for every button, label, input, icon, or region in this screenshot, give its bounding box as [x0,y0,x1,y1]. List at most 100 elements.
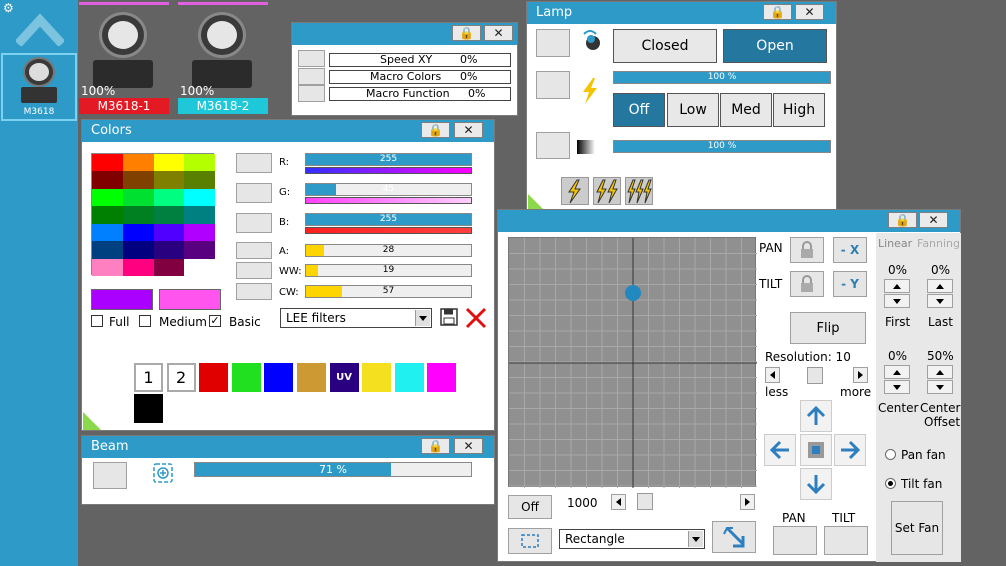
lock-button[interactable]: 🔒 [421,438,450,454]
fixture-tile-1[interactable]: 100% M3618-1 [79,2,169,114]
channel-button[interactable] [236,283,272,300]
off-button[interactable]: Off [508,495,552,519]
intensity-bar[interactable]: 100 % [613,71,831,84]
lock-button[interactable]: 🔒 [888,212,917,228]
closed-button[interactable]: Closed [613,29,717,63]
color-swatch[interactable] [122,258,154,276]
pan-lock-button[interactable] [790,237,824,263]
channel-button[interactable] [236,242,272,259]
mode-low-button[interactable]: Low [667,93,719,127]
position-dot[interactable] [625,285,641,301]
set-fan-button[interactable]: Set Fan [891,501,943,555]
beam-bar[interactable]: 71 % [194,462,472,477]
offset-up-button[interactable] [927,365,953,379]
close-button[interactable]: ✕ [454,122,483,138]
color-preset[interactable] [394,363,424,392]
color-swatch[interactable] [122,206,154,224]
mode-med-button[interactable]: Med [720,93,772,127]
color-preset[interactable] [264,363,294,392]
intensity-button[interactable] [536,71,570,99]
first-down-button[interactable] [884,294,910,308]
lock-button[interactable]: 🔒 [421,122,450,138]
speed-left-button[interactable] [611,494,626,510]
channel-button[interactable] [236,183,272,203]
color-swatch[interactable] [92,241,123,259]
last-up-button[interactable] [927,279,953,293]
color-swatch[interactable] [92,258,123,276]
less-button[interactable] [765,367,780,383]
channel-bar[interactable]: 28 [305,244,472,257]
strobe-fast-button[interactable] [625,177,653,205]
minus-y-button[interactable]: - Y [833,271,867,297]
channel-bar[interactable]: 19 [305,264,472,277]
mode-high-button[interactable]: High [773,93,825,127]
color-swatch[interactable] [122,188,154,207]
right-button[interactable] [834,434,866,466]
save-icon[interactable] [440,308,458,326]
linear-tab[interactable]: Linear [878,237,912,250]
color-swatch[interactable] [184,258,215,276]
speed-slider-thumb[interactable] [637,493,653,510]
medium-checkbox[interactable] [139,315,151,327]
strobe-med-button[interactable] [593,177,621,205]
color-preset[interactable] [362,363,392,392]
channel-bar[interactable]: 255 [305,213,472,226]
color-swatch[interactable] [184,171,215,189]
center-down-button[interactable] [884,380,910,394]
selection-button[interactable] [508,528,552,554]
macro-speed-button[interactable] [298,50,325,67]
pan-select-button[interactable] [773,526,817,555]
color-swatch[interactable] [92,154,123,172]
speed-right-button[interactable] [740,494,755,510]
close-button[interactable]: ✕ [454,438,483,454]
color-swatch[interactable] [153,154,185,172]
fanning-tab[interactable]: Fanning [917,237,960,250]
lock-button[interactable]: 🔒 [452,25,481,41]
pantilt-grid[interactable] [508,237,757,488]
color-preset[interactable] [134,394,163,423]
lock-button[interactable]: 🔒 [763,4,792,20]
macro-colors-button[interactable] [298,68,325,85]
channel-button[interactable] [236,153,272,173]
macro-colors-field[interactable]: Macro Colors 0% [329,70,511,84]
fixture-thumbnail[interactable]: M3618 [1,53,77,121]
channel-button[interactable] [236,213,272,233]
close-button[interactable]: ✕ [919,212,948,228]
filter-select[interactable]: LEE filters [280,308,432,328]
add-corner-icon[interactable] [83,412,101,430]
channel-bar[interactable]: 45 [305,183,472,196]
channel-button[interactable] [236,262,272,279]
color-swatch[interactable] [92,206,123,224]
color-swatch[interactable] [153,241,185,259]
open-button[interactable]: Open [723,29,827,63]
color-swatch[interactable] [153,223,185,242]
color-swatch[interactable] [122,171,154,189]
shape-select[interactable]: Rectangle [559,529,705,549]
color-swatch[interactable] [122,223,154,242]
macro-function-field[interactable]: Macro Function 0% [329,87,511,101]
color-preset[interactable] [231,363,261,392]
color-swatch[interactable] [122,154,154,172]
color-swatch[interactable] [92,223,123,242]
color-swatch[interactable] [184,188,215,207]
color-preset[interactable]: 2 [166,363,196,392]
color-preset[interactable] [297,363,326,392]
tilt-select-button[interactable] [824,526,868,555]
mode-off-button[interactable]: Off [613,93,665,127]
color-swatch[interactable] [184,154,215,172]
shutter-button[interactable] [536,29,570,57]
down-button[interactable] [800,468,832,500]
last-down-button[interactable] [927,294,953,308]
center-up-button[interactable] [884,365,910,379]
rotate-shape-button[interactable] [712,521,756,553]
channel-bar[interactable]: 255 [305,153,472,166]
up-button[interactable] [800,400,832,432]
more-button[interactable] [853,367,868,383]
collapse-up-icon[interactable] [16,10,64,46]
color-swatch[interactable] [92,188,123,207]
first-up-button[interactable] [884,279,910,293]
offset-down-button[interactable] [927,380,953,394]
dimmer-button[interactable] [536,132,570,159]
minus-x-button[interactable]: - X [833,237,867,263]
color-preset[interactable]: 1 [134,363,163,392]
